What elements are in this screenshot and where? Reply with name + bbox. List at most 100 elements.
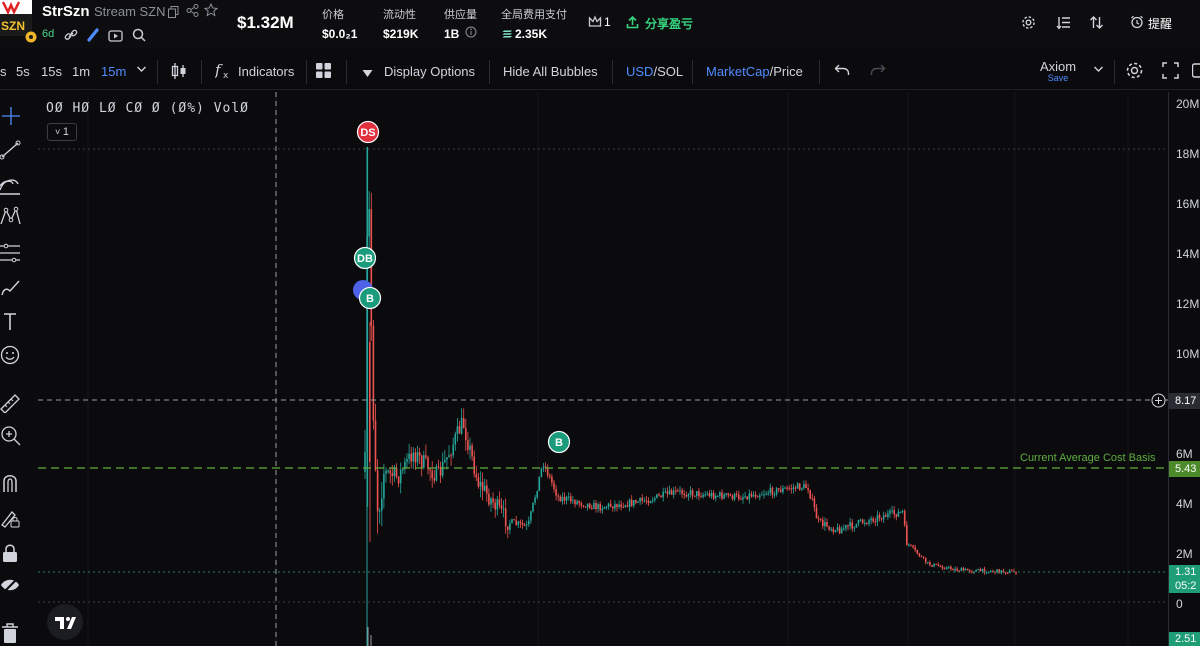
candle-body bbox=[696, 491, 698, 497]
indicators-fx-icon[interactable]: fx bbox=[214, 61, 233, 83]
interval-5s[interactable]: 5s bbox=[16, 64, 30, 79]
marketcap-option[interactable]: MarketCap bbox=[706, 64, 770, 79]
alarm-clock-icon[interactable] bbox=[1130, 15, 1144, 34]
price-axis[interactable] bbox=[1168, 92, 1200, 646]
interval-dropdown-chevron-icon[interactable] bbox=[136, 62, 147, 79]
candle-body bbox=[805, 484, 807, 488]
magnet-icon[interactable] bbox=[0, 472, 22, 494]
link-icon[interactable] bbox=[64, 28, 78, 47]
trade-bubble[interactable]: B bbox=[358, 286, 382, 310]
currency-sol[interactable]: SOL bbox=[657, 64, 683, 79]
settings-icon[interactable] bbox=[1021, 15, 1036, 35]
candle-body bbox=[578, 501, 580, 504]
cost-basis-label: Current Average Cost Basis bbox=[1020, 452, 1156, 464]
trade-bubble[interactable]: DB bbox=[353, 246, 377, 270]
fullscreen-icon[interactable] bbox=[1162, 62, 1179, 82]
layout-grid-icon[interactable] bbox=[315, 62, 332, 82]
candle-body bbox=[771, 487, 774, 496]
interval-15m[interactable]: 15m bbox=[101, 64, 126, 79]
share-pnl-icon[interactable] bbox=[626, 15, 639, 34]
emoji-icon[interactable] bbox=[0, 345, 22, 367]
candle-body bbox=[687, 494, 690, 497]
price-chart[interactable]: DS DB B B bbox=[38, 92, 1168, 646]
trend-line-icon[interactable] bbox=[0, 139, 22, 161]
video-icon[interactable] bbox=[108, 29, 123, 47]
hide-drawings-icon[interactable] bbox=[0, 575, 22, 597]
undo-icon[interactable] bbox=[834, 63, 850, 80]
candle-type-icon[interactable] bbox=[170, 62, 188, 83]
display-options-caret-icon[interactable] bbox=[362, 66, 373, 81]
list-settings-icon[interactable] bbox=[1056, 15, 1071, 35]
copy-icon[interactable] bbox=[168, 5, 179, 23]
legend-collapse-button[interactable]: ˅ 1 bbox=[47, 123, 77, 141]
fib-retracement-icon[interactable] bbox=[0, 242, 22, 264]
trade-bubbles[interactable]: DS DB B B bbox=[353, 120, 571, 454]
candle-body bbox=[471, 445, 473, 457]
axis-tick: 12M bbox=[1176, 297, 1200, 311]
ruler-icon[interactable] bbox=[0, 391, 22, 414]
candle-body bbox=[441, 461, 444, 476]
candle-body bbox=[945, 567, 948, 570]
token-name: StrSzn bbox=[42, 3, 90, 20]
pump-icon[interactable] bbox=[86, 28, 100, 47]
pattern-tool-icon[interactable] bbox=[0, 206, 22, 228]
sort-arrows-icon[interactable] bbox=[1089, 15, 1104, 35]
supply-info-icon[interactable] bbox=[465, 25, 477, 43]
trade-bubble[interactable]: DS bbox=[356, 120, 380, 144]
chart-settings-icon[interactable] bbox=[1125, 61, 1144, 83]
add-price-line-icon[interactable] bbox=[1151, 393, 1166, 413]
currency-usd[interactable]: USD bbox=[626, 64, 653, 79]
axis-tick: 10M bbox=[1176, 347, 1200, 361]
currency-toggle[interactable]: USD/SOL bbox=[626, 64, 683, 79]
hide-all-bubbles-button[interactable]: Hide All Bubbles bbox=[503, 64, 598, 79]
marketcap-price-toggle[interactable]: MarketCap/Price bbox=[706, 64, 803, 79]
axis-tick: 0 bbox=[1176, 597, 1183, 611]
lock-pencil-icon[interactable] bbox=[0, 507, 22, 529]
candle-body bbox=[927, 562, 929, 564]
star-icon[interactable] bbox=[203, 2, 219, 22]
crosshair-icon[interactable] bbox=[0, 105, 22, 127]
zoom-in-icon[interactable] bbox=[0, 425, 22, 447]
share-icon[interactable] bbox=[186, 4, 199, 22]
candle-body bbox=[626, 505, 629, 507]
candle-body bbox=[595, 502, 597, 509]
candle-body bbox=[534, 497, 536, 503]
candle-body bbox=[683, 493, 685, 496]
toolbar-divider bbox=[1114, 60, 1115, 84]
gann-fan-icon[interactable] bbox=[0, 174, 22, 196]
chart-grid bbox=[87, 92, 1129, 646]
display-options-button[interactable]: Display Options bbox=[384, 64, 475, 79]
candle-body bbox=[725, 493, 727, 495]
interval-15s[interactable]: 15s bbox=[41, 64, 62, 79]
trade-bubble[interactable]: B bbox=[547, 430, 571, 454]
alert-button[interactable]: 提醒 bbox=[1148, 15, 1172, 32]
stat-label: 流动性 bbox=[383, 9, 416, 21]
interval-s[interactable]: s bbox=[0, 64, 7, 79]
brush-icon[interactable] bbox=[0, 277, 22, 299]
axiom-save-button[interactable]: Axiom Save bbox=[1040, 59, 1076, 83]
price-option[interactable]: Price bbox=[773, 64, 803, 79]
share-pnl-button[interactable]: 分享盈亏 bbox=[645, 15, 693, 32]
candle-body bbox=[763, 494, 765, 496]
candle-body bbox=[593, 502, 595, 510]
indicators-button[interactable]: Indicators bbox=[238, 64, 294, 79]
candle-body bbox=[782, 487, 784, 493]
search-icon[interactable] bbox=[132, 28, 146, 47]
candle-body bbox=[395, 467, 398, 477]
candle-body bbox=[528, 520, 530, 525]
axiom-dropdown-chevron-icon[interactable] bbox=[1093, 62, 1104, 79]
redo-icon[interactable] bbox=[870, 63, 886, 80]
lock-icon[interactable] bbox=[0, 542, 22, 564]
screenshot-icon[interactable] bbox=[1191, 62, 1200, 82]
candle-body bbox=[530, 511, 532, 521]
candle-body bbox=[727, 493, 730, 496]
trash-icon[interactable] bbox=[0, 622, 22, 644]
chart-toolbar: s 5s 15s 1m 15m fx Indicators Display Op… bbox=[0, 52, 1200, 90]
tradingview-logo[interactable] bbox=[47, 604, 83, 640]
candle-body bbox=[767, 493, 769, 495]
interval-1m[interactable]: 1m bbox=[72, 64, 90, 79]
toolbar-divider bbox=[612, 60, 613, 84]
candle-body bbox=[981, 568, 984, 572]
candle-body bbox=[675, 490, 677, 492]
text-tool-icon[interactable] bbox=[0, 311, 22, 333]
